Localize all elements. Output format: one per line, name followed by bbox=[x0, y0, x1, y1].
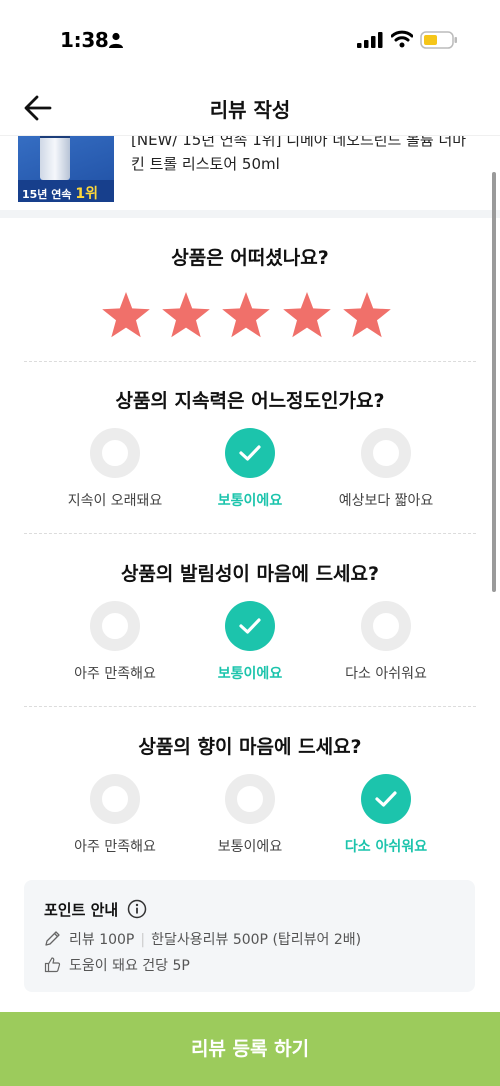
radio-unselected-icon bbox=[90, 428, 140, 478]
radio-unselected-icon bbox=[225, 774, 275, 824]
header: 리뷰 작성 bbox=[0, 80, 500, 136]
info-icon[interactable] bbox=[127, 899, 147, 919]
star-rating[interactable] bbox=[100, 290, 400, 346]
person-icon bbox=[109, 32, 123, 48]
question-scent-title: 상품의 향이 마음에 드세요? bbox=[138, 736, 362, 758]
thumbs-up-icon bbox=[44, 957, 61, 973]
separator: | bbox=[140, 932, 146, 948]
option-label: 보통이에요 bbox=[217, 493, 283, 509]
product-thumbnail: 15년 연속 1위 bbox=[18, 136, 114, 202]
option-label: 보통이에요 bbox=[217, 839, 283, 855]
product-name: [NEW/ 15년 연속 1위] 디메아 네오드린드 볼륨 더마킨 트롤 리스토… bbox=[131, 136, 467, 173]
star-1-icon[interactable] bbox=[100, 290, 152, 342]
radio-selected-check-icon bbox=[361, 774, 411, 824]
scent-option-disappointing[interactable]: 다소 아쉬워요 bbox=[311, 774, 461, 856]
radio-unselected-icon bbox=[90, 774, 140, 824]
wifi-icon bbox=[391, 30, 413, 48]
option-label: 다소 아쉬워요 bbox=[345, 666, 427, 682]
dashed-divider bbox=[24, 706, 476, 707]
review-point-text: 리뷰 100P bbox=[69, 932, 135, 948]
radio-unselected-icon bbox=[361, 601, 411, 651]
signal-icon bbox=[357, 32, 383, 48]
product-summary: 15년 연속 1위 [NEW/ 15년 연속 1위] 디메아 네오드린드 볼륨 … bbox=[0, 136, 500, 210]
radio-unselected-icon bbox=[90, 601, 140, 651]
option-label: 지속이 오래돼요 bbox=[67, 493, 163, 509]
product-bottle-image bbox=[40, 136, 70, 180]
star-3-icon[interactable] bbox=[220, 290, 272, 342]
question-application-title: 상품의 발림성이 마음에 드세요? bbox=[120, 563, 380, 585]
thumbnail-rank: 1위 bbox=[75, 186, 98, 202]
thumbnail-badge-text: 15년 연속 bbox=[22, 188, 72, 201]
pencil-icon bbox=[45, 931, 60, 946]
application-option-disappointing[interactable]: 다소 아쉬워요 bbox=[311, 601, 461, 683]
question-longevity-title: 상품의 지속력은 어느정도인가요? bbox=[115, 390, 385, 412]
star-4-icon[interactable] bbox=[281, 290, 333, 342]
longevity-option-short[interactable]: 예상보다 짧아요 bbox=[311, 428, 461, 510]
radio-selected-check-icon bbox=[225, 601, 275, 651]
dashed-divider bbox=[24, 533, 476, 534]
option-label: 다소 아쉬워요 bbox=[344, 839, 428, 855]
battery-icon bbox=[420, 31, 457, 49]
star-2-icon[interactable] bbox=[160, 290, 212, 342]
longevity-option-normal[interactable]: 보통이에요 bbox=[175, 428, 325, 510]
application-option-normal[interactable]: 보통이에요 bbox=[175, 601, 325, 683]
dashed-divider bbox=[24, 361, 476, 362]
point-guide-title: 포인트 안내 bbox=[44, 901, 119, 919]
radio-selected-check-icon bbox=[225, 428, 275, 478]
longevity-option-long[interactable]: 지속이 오래돼요 bbox=[40, 428, 190, 510]
helpful-point-text: 도움이 돼요 건당 5P bbox=[69, 958, 190, 974]
point-guide-box: 포인트 안내 리뷰 100P | 한달사용리뷰 500P (탑리뷰어 2배) 도움이… bbox=[24, 880, 475, 992]
status-time: 1:38 bbox=[60, 28, 109, 52]
scent-option-very-satisfied[interactable]: 아주 만족해요 bbox=[40, 774, 190, 856]
rating-question: 상품은 어떠셨나요? bbox=[171, 247, 329, 269]
star-5-icon[interactable] bbox=[341, 290, 393, 342]
monthly-review-point-text: 한달사용리뷰 500P (탑리뷰어 2배) bbox=[151, 932, 362, 948]
scrollbar[interactable] bbox=[492, 172, 496, 592]
radio-unselected-icon bbox=[361, 428, 411, 478]
section-divider bbox=[0, 210, 500, 218]
application-option-very-satisfied[interactable]: 아주 만족해요 bbox=[40, 601, 190, 683]
option-label: 아주 만족해요 bbox=[74, 839, 156, 855]
submit-review-button[interactable]: 리뷰 등록 하기 bbox=[0, 1012, 500, 1086]
product-bottle-cap bbox=[40, 136, 70, 138]
thumbnail-badge: 15년 연속 1위 bbox=[18, 180, 114, 202]
option-label: 예상보다 짧아요 bbox=[338, 493, 434, 509]
status-bar: 1:38 bbox=[0, 0, 500, 80]
option-label: 보통이에요 bbox=[217, 666, 283, 682]
scent-option-normal[interactable]: 보통이에요 bbox=[175, 774, 325, 856]
page-title: 리뷰 작성 bbox=[209, 98, 291, 122]
option-label: 아주 만족해요 bbox=[74, 666, 156, 682]
